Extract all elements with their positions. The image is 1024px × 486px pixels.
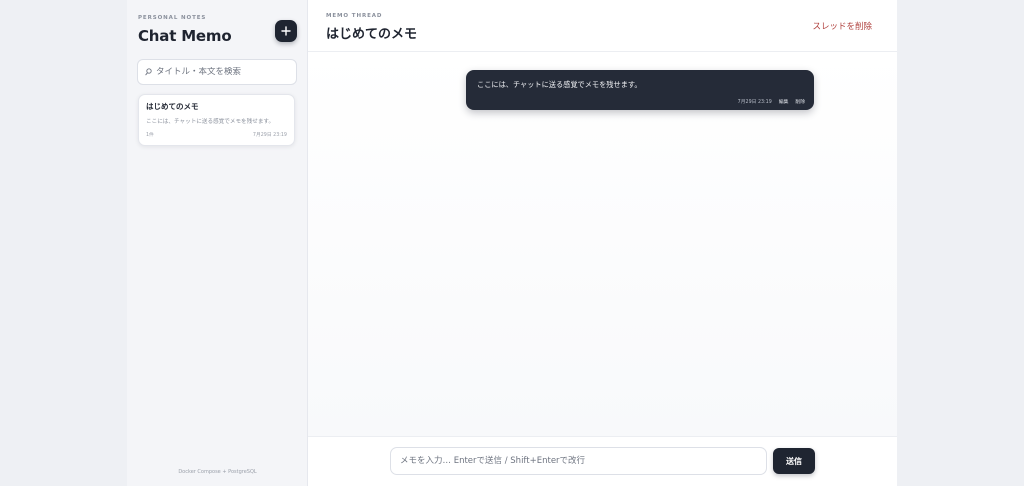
app-title: Chat Memo bbox=[138, 27, 232, 45]
memo-count: 1件 bbox=[146, 133, 154, 138]
message-timestamp: 7月29日 23:19 bbox=[737, 100, 772, 105]
composer: 送信 bbox=[308, 436, 897, 486]
memo-meta: 1件 7月29日 23:19 bbox=[146, 131, 287, 138]
memo-title: はじめてのメモ bbox=[146, 102, 199, 111]
memo-list-item[interactable]: はじめてのメモ ここには、チャットに送る感覚でメモを残せます。 1件 7月29日… bbox=[138, 94, 295, 146]
thread-header: MEMO THREAD はじめてのメモ スレッドを削除 bbox=[308, 0, 897, 52]
search-box[interactable] bbox=[137, 59, 297, 85]
sidebar-footer: Docker Compose + PostgreSQL bbox=[178, 469, 257, 475]
delete-message-button[interactable]: 削除 bbox=[795, 98, 805, 105]
message-text: ここには、チャットに送る感覚でメモを残せます。 bbox=[477, 80, 642, 89]
edit-message-button[interactable]: 編集 bbox=[779, 98, 789, 105]
thread-title: はじめてのメモ bbox=[326, 27, 418, 42]
add-memo-button[interactable] bbox=[275, 20, 297, 42]
memo-preview: ここには、チャットに送る感覚でメモを残せます。 bbox=[146, 119, 275, 125]
delete-thread-button[interactable]: スレッドを削除 bbox=[812, 20, 872, 32]
sidebar: PERSONAL NOTES Chat Memo はじめてのメモ ここには、チャ… bbox=[127, 0, 308, 486]
message-meta: 7月29日 23:19 編集 削除 bbox=[738, 98, 805, 105]
message-list[interactable]: ここには、チャットに送る感覚でメモを残せます。 7月29日 23:19 編集 削… bbox=[308, 52, 897, 436]
plus-icon bbox=[281, 26, 291, 36]
message-bubble: ここには、チャットに送る感覚でメモを残せます。 7月29日 23:19 編集 削… bbox=[466, 70, 814, 110]
search-icon bbox=[145, 68, 152, 76]
app-window: PERSONAL NOTES Chat Memo はじめてのメモ ここには、チャ… bbox=[127, 0, 897, 486]
sidebar-eyebrow: PERSONAL NOTES bbox=[138, 15, 207, 21]
thread-eyebrow: MEMO THREAD bbox=[326, 13, 383, 19]
main-panel: MEMO THREAD はじめてのメモ スレッドを削除 ここには、チャットに送る… bbox=[308, 0, 897, 486]
send-button[interactable]: 送信 bbox=[773, 448, 815, 474]
search-input[interactable] bbox=[156, 67, 296, 77]
memo-input[interactable] bbox=[390, 447, 767, 475]
memo-timestamp: 7月29日 23:19 bbox=[252, 133, 287, 138]
